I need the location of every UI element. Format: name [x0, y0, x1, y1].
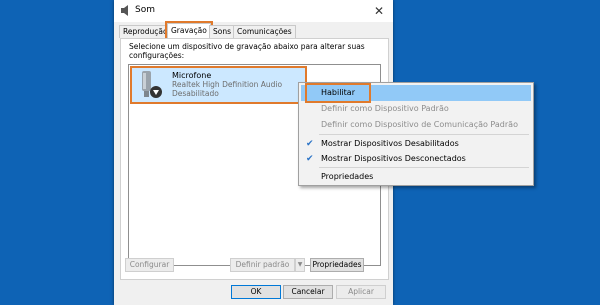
tab-strip: Reprodução Gravação Sons Comunicações [119, 21, 389, 40]
tab-comunicacoes[interactable]: Comunicações [233, 25, 296, 38]
menu-item-label: Definir como Dispositivo de Comunicação … [321, 120, 518, 129]
device-status: Desabilitado [172, 89, 219, 98]
menu-item-properties[interactable]: Propriedades [301, 169, 531, 185]
configure-button[interactable]: Configurar [125, 258, 174, 272]
menu-separator [319, 134, 529, 135]
properties-button[interactable]: Propriedades [310, 258, 364, 272]
context-menu: Habilitar Definir como Dispositivo Padrã… [298, 82, 534, 186]
menu-item-label: Mostrar Dispositivos Desconectados [321, 154, 466, 163]
device-driver: Realtek High Definition Audio [172, 80, 283, 89]
menu-item-habilitar[interactable]: Habilitar [301, 83, 531, 103]
set-default-button[interactable]: Definir padrão [230, 258, 295, 272]
window-title: Som [135, 5, 155, 15]
ok-button[interactable]: OK [231, 285, 281, 299]
microphone-icon [142, 71, 162, 98]
menu-item-show-disabled[interactable]: ✔ Mostrar Dispositivos Desabilitados [301, 136, 531, 152]
menu-item-label: Definir como Dispositivo Padrão [321, 104, 449, 113]
speaker-icon [121, 5, 128, 16]
cancel-button[interactable]: Cancelar [283, 285, 333, 299]
menu-separator [319, 167, 529, 168]
tab-gravacao[interactable]: Gravação [165, 21, 213, 40]
check-icon: ✔ [306, 139, 314, 149]
menu-item-label: Propriedades [321, 172, 374, 181]
check-icon: ✔ [306, 154, 314, 164]
menu-item-set-default-communication[interactable]: Definir como Dispositivo de Comunicação … [301, 117, 531, 133]
set-default-dropdown-icon[interactable]: ▼ [295, 258, 305, 272]
apply-button[interactable]: Aplicar [336, 285, 386, 299]
device-item-microfone[interactable]: Microfone Realtek High Definition Audio … [130, 66, 307, 104]
menu-item-set-default[interactable]: Definir como Dispositivo Padrão [301, 101, 531, 117]
close-button[interactable]: ✕ [371, 3, 387, 19]
menu-item-label: Habilitar [305, 83, 371, 103]
panel-description: Selecione um dispositivo de gravação aba… [129, 42, 365, 60]
menu-item-show-disconnected[interactable]: ✔ Mostrar Dispositivos Desconectados [301, 151, 531, 167]
tab-reproducao[interactable]: Reprodução [119, 25, 172, 38]
title-bar: Som ✕ [114, 0, 393, 22]
tab-sons[interactable]: Sons [209, 25, 236, 38]
menu-item-label: Mostrar Dispositivos Desabilitados [321, 139, 459, 148]
device-name: Microfone [172, 71, 212, 80]
